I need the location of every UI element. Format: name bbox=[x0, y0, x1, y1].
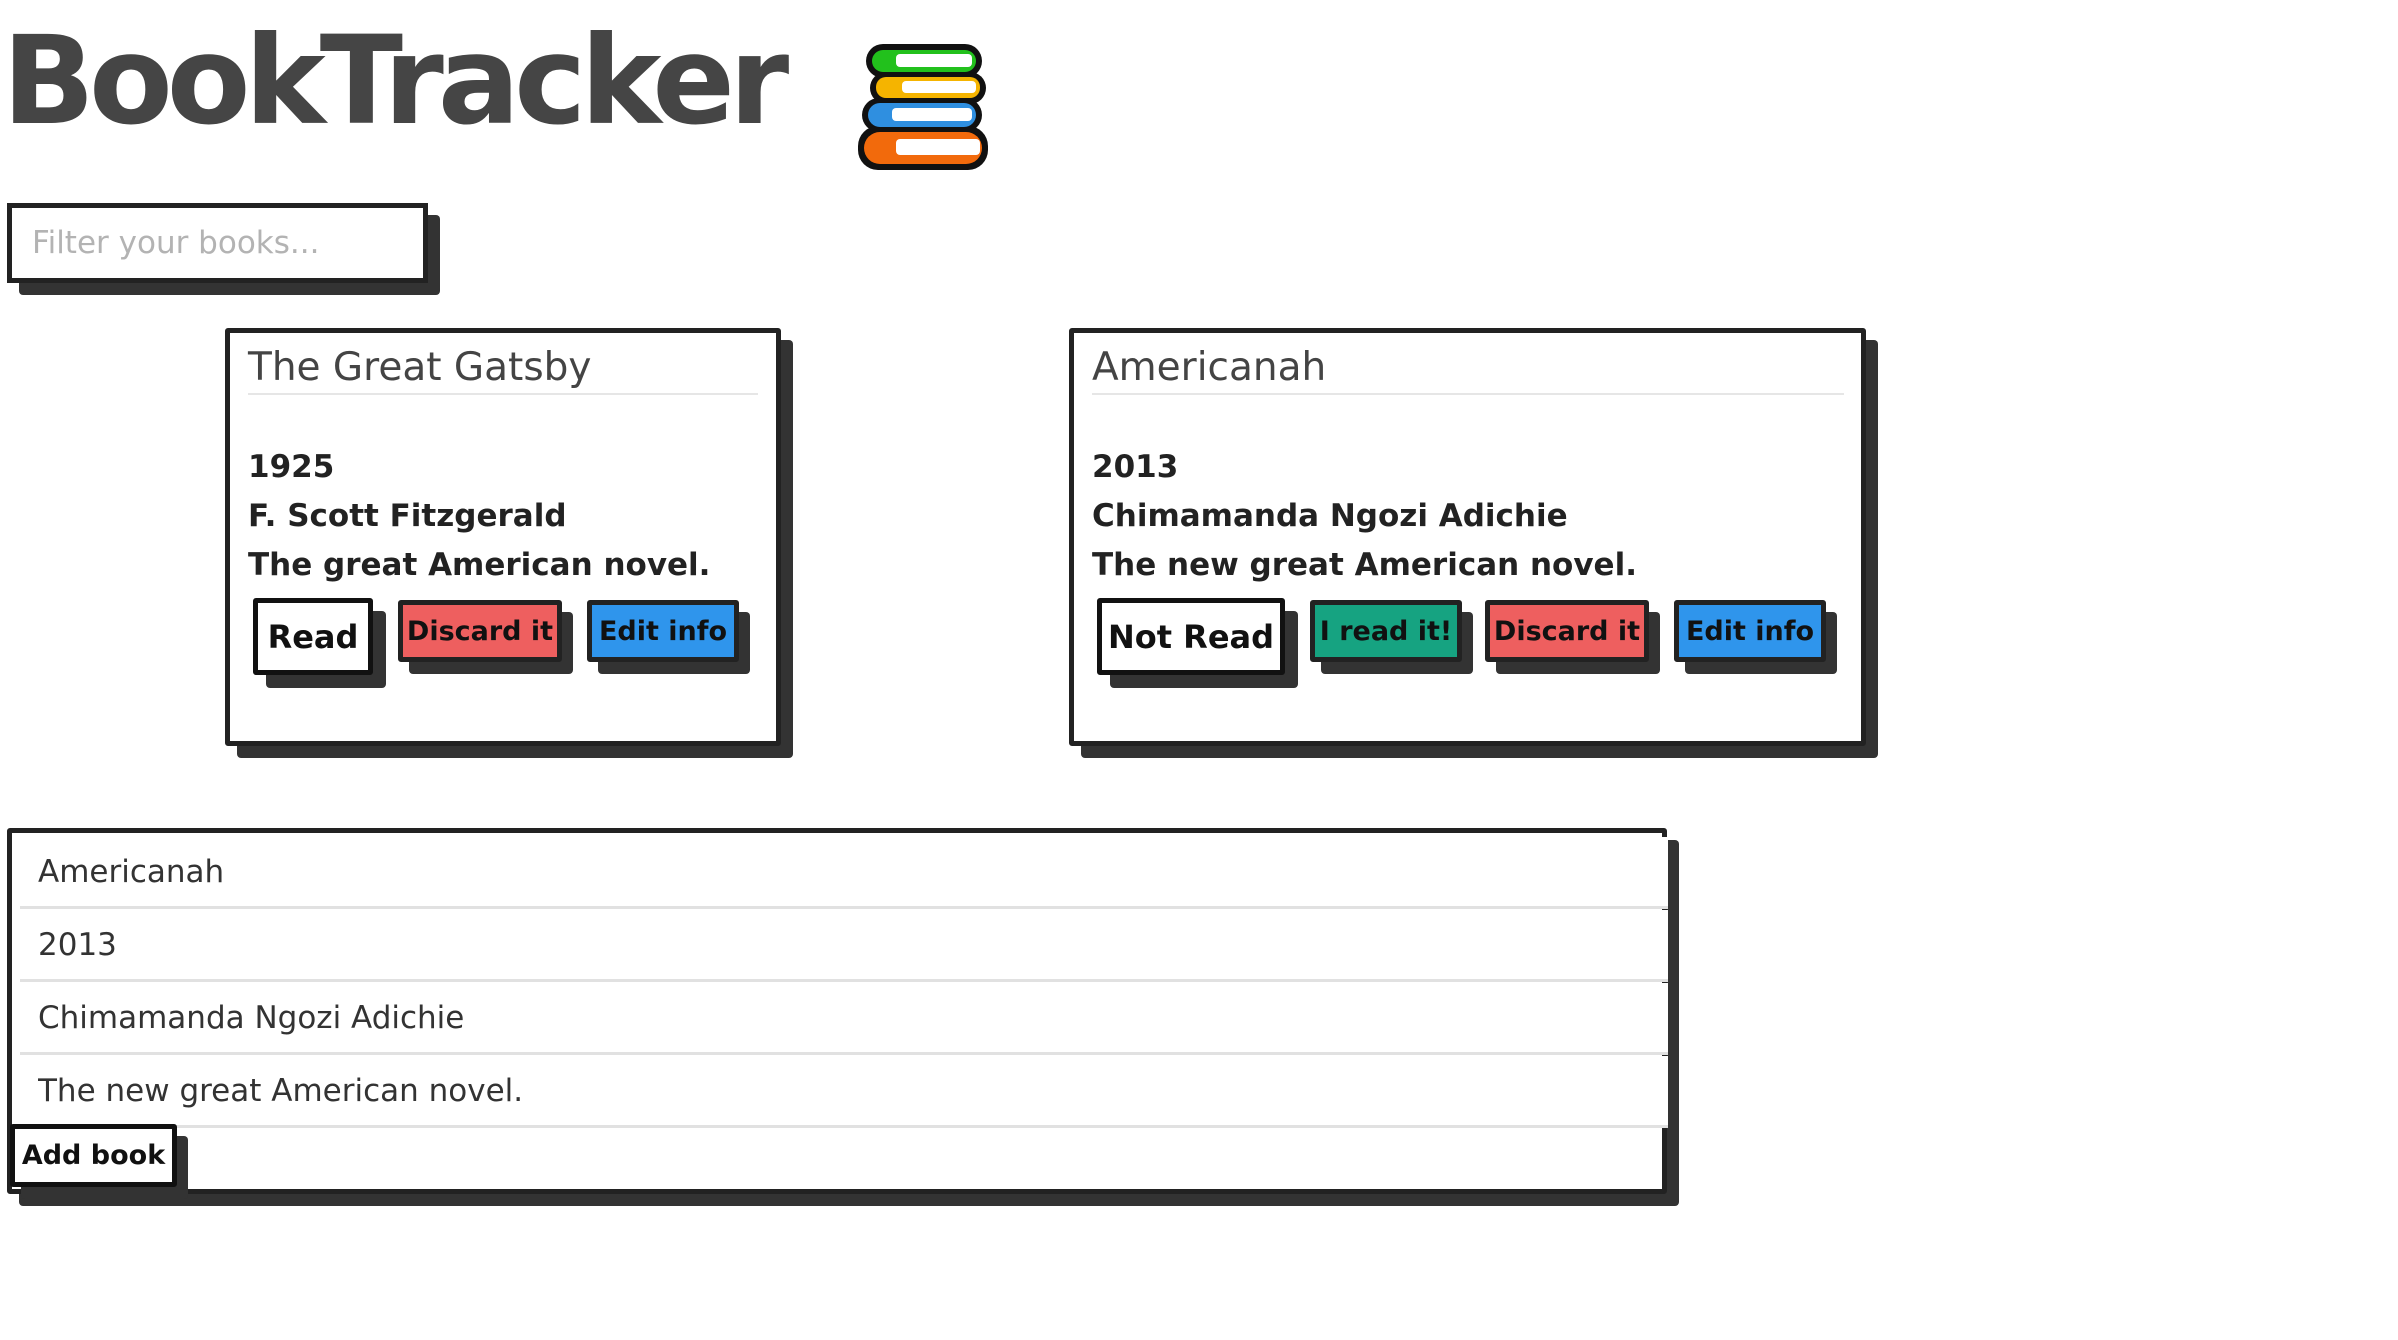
book-author: Chimamanda Ngozi Adichie bbox=[1092, 498, 1568, 534]
add-book-form bbox=[7, 828, 1668, 1194]
edit-info-button[interactable]: Edit info bbox=[587, 600, 739, 662]
edit-info-button[interactable]: Edit info bbox=[1674, 600, 1826, 662]
book-year: 2013 bbox=[1092, 449, 1179, 485]
divider bbox=[1092, 393, 1844, 395]
book-title: Americanah bbox=[1092, 345, 1327, 390]
divider bbox=[248, 393, 758, 395]
book-description: The great American novel. bbox=[248, 547, 711, 583]
year-input[interactable] bbox=[20, 910, 1668, 982]
description-input[interactable] bbox=[20, 1056, 1668, 1128]
book-author: F. Scott Fitzgerald bbox=[248, 498, 567, 534]
app-title: BookTracker bbox=[2, 10, 789, 152]
filter-wrapper bbox=[7, 203, 440, 295]
add-book-button[interactable]: Add book bbox=[10, 1124, 177, 1187]
not-read-status-button[interactable]: Not Read bbox=[1097, 598, 1285, 675]
title-input[interactable] bbox=[20, 837, 1668, 909]
book-description: The new great American novel. bbox=[1092, 547, 1637, 583]
discard-button[interactable]: Discard it bbox=[1485, 600, 1649, 662]
book-title: The Great Gatsby bbox=[248, 345, 592, 390]
i-read-it-button[interactable]: I read it! bbox=[1310, 600, 1462, 662]
stacked-books-icon bbox=[858, 44, 988, 170]
filter-input[interactable] bbox=[7, 203, 428, 283]
book-year: 1925 bbox=[248, 449, 335, 485]
discard-button[interactable]: Discard it bbox=[398, 600, 562, 662]
read-status-button[interactable]: Read bbox=[253, 598, 373, 675]
author-input[interactable] bbox=[20, 983, 1668, 1055]
